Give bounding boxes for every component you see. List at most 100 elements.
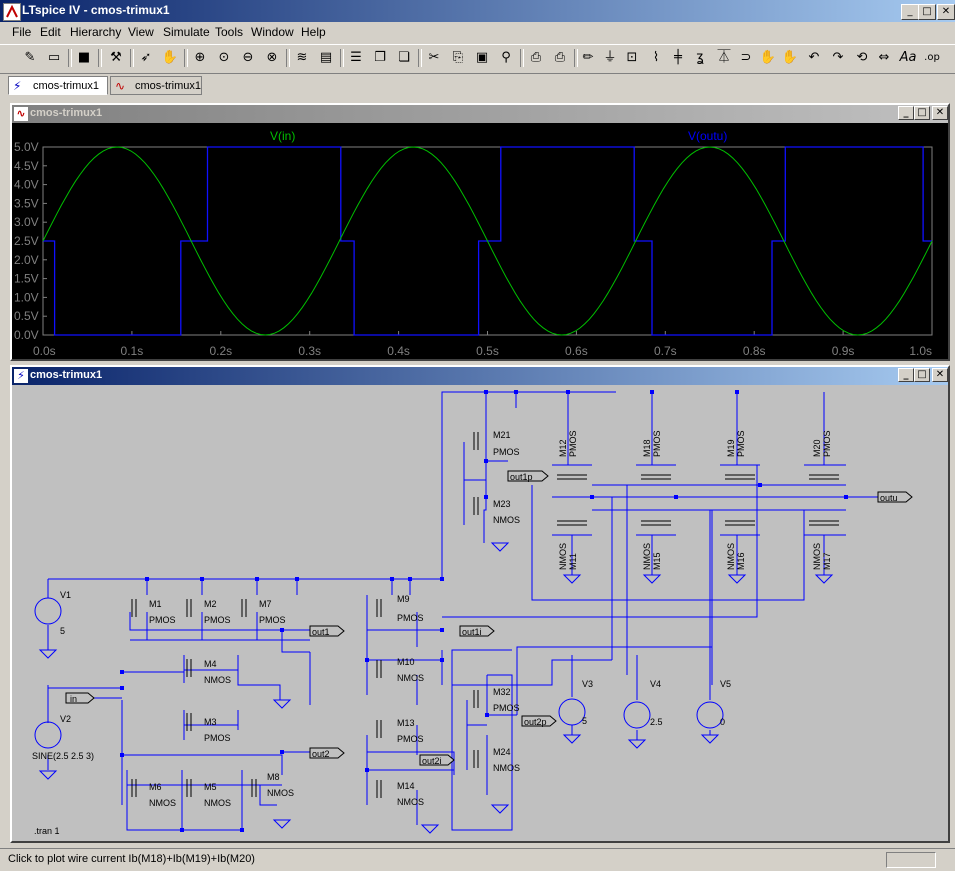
redo-icon[interactable]: ↷ [828,48,848,68]
find-icon[interactable]: ⚲ [496,48,516,68]
waveform-plot[interactable]: V(in) V(outu) 0.0V 0.5V 1.0V 1.5V 2.0V 2.5V 3.… [12,123,948,359]
print-icon[interactable]: ⎙ [550,48,570,68]
menu-edit[interactable]: Edit [40,25,61,39]
ground-icon[interactable]: ⏚ [600,48,620,68]
label-net-icon[interactable]: ⊡ [622,48,642,68]
schematic-canvas[interactable]: in out1 out1i out2 out2i out1p out2p out… [12,385,948,841]
zoom-icon[interactable]: ⊙ [214,48,234,68]
x-tick-label: 0.8s [743,344,766,358]
minimize-button[interactable]: _ [901,4,919,20]
schematic-maximize-button[interactable]: □ [914,368,930,382]
svg-text:M18: M18 [642,439,652,457]
capacitor-icon[interactable]: ╪ [668,48,688,68]
tab-label: cmos-trimux1 [135,80,202,92]
new-schematic-icon[interactable]: ✎ [20,48,40,68]
svg-text:M23: M23 [493,499,511,509]
tab-schematic[interactable]: ⚡ cmos-trimux1 [8,76,108,95]
svg-text:PMOS: PMOS [259,615,286,625]
x-tick-label: 0.6s [565,344,588,358]
cascade-icon[interactable]: ❐ [370,48,390,68]
svg-text:0: 0 [720,717,725,727]
svg-text:PMOS: PMOS [736,430,746,457]
svg-text:V3: V3 [582,679,593,689]
save-icon[interactable]: ■ [74,48,94,68]
rotate-icon[interactable]: ⟲ [852,48,872,68]
zoom-in-icon[interactable]: ⊕ [190,48,210,68]
toolbar-separator [520,49,524,67]
copy-icon[interactable]: ⎘ [448,48,468,68]
menu-hierarchy[interactable]: Hierarchy [70,25,121,39]
legend-voutu[interactable]: V(outu) [688,129,727,143]
y-tick-label: 4.0V [14,178,39,192]
move-icon[interactable]: ✋ [758,48,778,68]
net-label-out2i: out2i [422,756,442,766]
plot-maximize-button[interactable]: □ [914,106,930,120]
zoom-cancel-icon[interactable]: ⊗ [262,48,282,68]
y-tick-label: 2.5V [14,234,39,248]
status-panel [886,852,936,868]
y-tick-label: 3.5V [14,196,39,210]
cut-icon[interactable]: ✂ [424,48,444,68]
open-folder-icon[interactable]: ▭ [44,48,64,68]
tab-waveform[interactable]: ∿ cmos-trimux1 [110,76,202,95]
menu-file[interactable]: File [12,25,31,39]
menu-view[interactable]: View [128,25,154,39]
schematic-window: ⚡ cmos-trimux1 _ □ ✕ in out1 out1i out2 … [10,365,950,843]
component-icon[interactable]: ⊃ [736,48,756,68]
menu-simulate[interactable]: Simulate [163,25,210,39]
svg-text:PMOS: PMOS [652,430,662,457]
svg-text:M9: M9 [397,594,410,604]
drag-icon[interactable]: ✋ [780,48,800,68]
x-tick-label: 0.9s [832,344,855,358]
undo-icon[interactable]: ↶ [804,48,824,68]
toolbar-separator [68,49,72,67]
svg-text:NMOS: NMOS [149,798,176,808]
autorange-icon[interactable]: ≋ [292,48,312,68]
pan-hand-icon[interactable]: ✋ [160,48,180,68]
svg-text:M13: M13 [397,718,415,728]
schematic-window-title: cmos-trimux1 [30,369,103,381]
mirror-icon[interactable]: ⇔ [874,48,894,68]
toolbar-separator [418,49,422,67]
y-tick-label: 5.0V [14,140,39,154]
plot-window: ∿ cmos-trimux1 _ □ ✕ V(in) V(outu) 0.0V 0… [10,103,950,361]
svg-text:M8: M8 [267,772,280,782]
zoom-out-icon[interactable]: ⊖ [238,48,258,68]
tile-vertical-icon[interactable]: ❏ [394,48,414,68]
text-icon[interactable]: Aa [898,48,918,68]
menu-help[interactable]: Help [301,25,326,39]
schematic-minimize-button[interactable]: _ [898,368,914,382]
legend-vin[interactable]: V(in) [270,129,295,143]
menu-tools[interactable]: Tools [215,25,243,39]
plot-close-button[interactable]: ✕ [932,106,948,120]
y-tick-label: 1.0V [14,290,39,304]
draw-wire-icon[interactable]: ✏ [578,48,598,68]
waveform-settings-icon[interactable]: ▤ [316,48,336,68]
menu-window[interactable]: Window [251,25,294,39]
resistor-icon[interactable]: ⌇ [646,48,666,68]
spice-directive-icon[interactable]: .op [922,48,942,68]
x-tick-label: 0.1s [121,344,144,358]
toolbar-separator [98,49,102,67]
toolbar-separator [340,49,344,67]
maximize-button[interactable]: □ [918,4,936,20]
svg-text:M5: M5 [204,782,217,792]
x-tick-label: 0.4s [387,344,410,358]
tile-horizontal-icon[interactable]: ☰ [346,48,366,68]
svg-text:M24: M24 [493,747,511,757]
schematic-close-button[interactable]: ✕ [932,368,948,382]
control-panel-icon[interactable]: ⚒ [106,48,126,68]
close-button[interactable]: ✕ [937,4,955,20]
diode-icon[interactable]: ⏄ [714,48,734,68]
svg-text:M32: M32 [493,687,511,697]
paste-icon[interactable]: ▣ [472,48,492,68]
run-icon[interactable]: ➶ [136,48,156,68]
schematic-icon: ⚡ [13,79,22,93]
status-text: Click to plot wire current Ib(M18)+Ib(M1… [8,853,255,865]
net-label-out2p: out2p [524,717,547,727]
print-preview-icon[interactable]: ⎙ [526,48,546,68]
svg-text:M1: M1 [149,599,162,609]
plot-minimize-button[interactable]: _ [898,106,914,120]
svg-text:NMOS: NMOS [204,675,231,685]
inductor-icon[interactable]: ʓ [690,48,710,68]
